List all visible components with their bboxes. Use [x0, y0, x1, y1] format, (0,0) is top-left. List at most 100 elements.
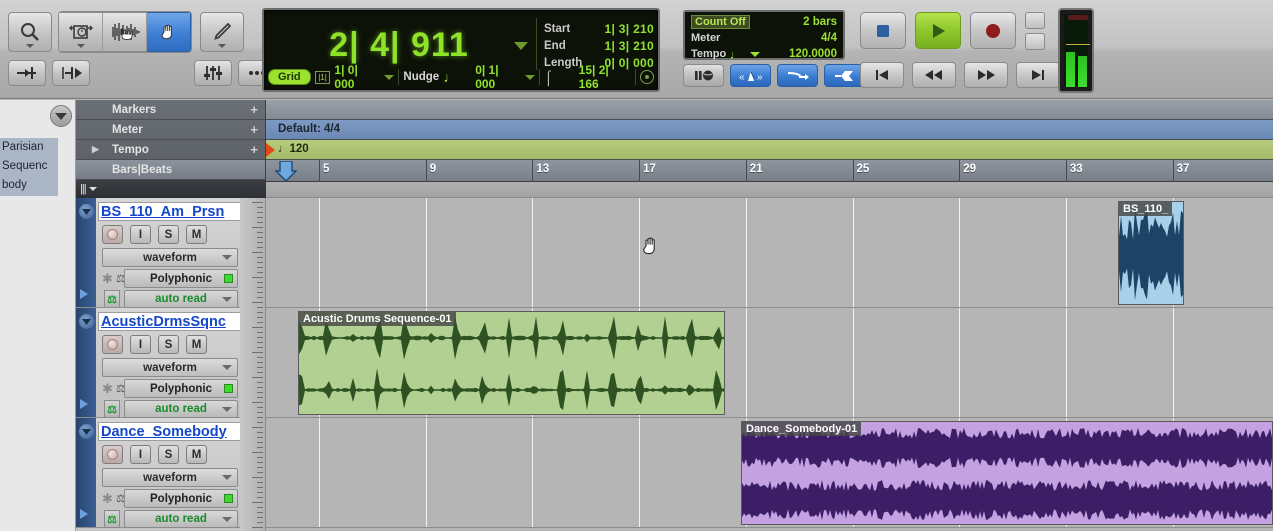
tempo-caret-icon[interactable]: [749, 51, 760, 57]
clip-list-selection[interactable]: Parisian Sequenc body: [0, 138, 58, 196]
track-name-field[interactable]: Dance_Somebody: [98, 422, 243, 441]
track-view-selector[interactable]: waveform: [102, 248, 238, 267]
track-view-caret-icon[interactable]: [222, 475, 232, 480]
fast-forward-button[interactable]: [964, 62, 1008, 88]
meter-lane[interactable]: Default: 4/4: [266, 120, 1273, 140]
pencil-tool[interactable]: [200, 12, 244, 52]
elastic-audio-icon[interactable]: ✱: [102, 491, 113, 507]
track-timeline-lane[interactable]: Dance_Somebody-01: [266, 418, 1273, 528]
track-record-enable-button[interactable]: [102, 225, 123, 244]
tempo-lane-value[interactable]: ♩120: [278, 143, 309, 155]
return-to-zero-button[interactable]: [860, 62, 904, 88]
markers-add-icon[interactable]: +: [250, 102, 258, 117]
track-collapse-icon[interactable]: [79, 204, 94, 219]
tab-to-transient-button[interactable]: [8, 60, 46, 86]
audio-clip[interactable]: BS_110_: [1118, 201, 1184, 305]
automation-mode-selector[interactable]: auto read: [124, 510, 238, 528]
track-input-monitor-button[interactable]: I: [130, 445, 151, 464]
count-off-label[interactable]: Count Off: [691, 15, 750, 29]
grid-caret-icon[interactable]: [384, 74, 395, 80]
selection-start-value[interactable]: 1| 3| 210: [605, 22, 654, 36]
meter-lane-value[interactable]: Default: 4/4: [278, 123, 340, 135]
edit-timeline-area[interactable]: BS_110_ Acustic Drums Sequence-01 Dance_So…: [266, 198, 1273, 531]
elastic-audio-icon[interactable]: ✱: [102, 271, 113, 287]
pause-metronome-button[interactable]: [683, 64, 724, 87]
track-timeline-lane[interactable]: Acustic Drums Sequence-01: [266, 308, 1273, 418]
track-header[interactable]: Dance_Somebody I S M waveform ✱ ⚖ Polyph…: [76, 418, 266, 528]
ruler-markers-row[interactable]: Markers +: [76, 100, 265, 120]
counter-dropdown-caret-icon[interactable]: [514, 42, 528, 50]
faders-button[interactable]: [194, 60, 232, 86]
track-record-enable-button[interactable]: [102, 335, 123, 354]
track-view-icon[interactable]: |||: [80, 183, 87, 195]
bars-beats-lane[interactable]: 5 9 13 17 21 25 29 33 37: [266, 160, 1273, 182]
track-expand-icon[interactable]: [80, 289, 88, 299]
track-solo-button[interactable]: S: [158, 225, 179, 244]
record-button[interactable]: [970, 12, 1016, 49]
target-icon[interactable]: [640, 70, 655, 84]
track-view-caret-icon[interactable]: [222, 365, 232, 370]
count-off-value[interactable]: 2 bars: [803, 16, 837, 28]
clip-list-item-2[interactable]: Sequenc: [2, 157, 58, 176]
grid-value[interactable]: 1| 0| 000: [334, 63, 380, 91]
countoff-button[interactable]: [777, 64, 818, 87]
audio-clip[interactable]: Dance_Somebody-01: [741, 421, 1273, 525]
ruler-meter-row[interactable]: Meter +: [76, 120, 265, 140]
ruler-bars-beats-row[interactable]: Bars|Beats: [76, 160, 265, 180]
track-expand-icon[interactable]: [80, 509, 88, 519]
audio-clip[interactable]: Acustic Drums Sequence-01: [298, 311, 725, 415]
track-timeline-lane[interactable]: BS_110_: [266, 198, 1273, 308]
meter-add-icon[interactable]: +: [250, 122, 258, 137]
go-to-end-button[interactable]: [1016, 62, 1060, 88]
stop-button[interactable]: [860, 12, 906, 49]
automation-mode-icon[interactable]: ⚖: [104, 510, 120, 528]
track-collapse-icon[interactable]: [79, 314, 94, 329]
clip-list-item-1[interactable]: Parisian: [2, 138, 58, 157]
main-counter-panel[interactable]: 2| 4| 911 Start 1| 3| 210 End 1| 3| 210 …: [262, 8, 660, 92]
automation-caret-icon[interactable]: [222, 406, 232, 412]
track-view-caret-icon[interactable]: [88, 187, 97, 191]
rewind-button[interactable]: [912, 62, 956, 88]
window-collapse-button[interactable]: [50, 105, 72, 127]
grid-mode-button[interactable]: Grid: [268, 69, 311, 85]
elastic-audio-selector[interactable]: Polyphonic: [124, 379, 238, 398]
smart-tool[interactable]: [103, 12, 147, 52]
track-mute-button[interactable]: M: [186, 225, 207, 244]
tempo-meter-panel[interactable]: Count Off 2 bars Meter 4/4 Tempo ♩ 120.0…: [683, 10, 845, 62]
elastic-audio-selector[interactable]: Polyphonic: [124, 269, 238, 288]
track-header[interactable]: BS_110_Am_Prsn I S M waveform ✱ ⚖ Polyph…: [76, 198, 266, 308]
loop-button[interactable]: [1025, 33, 1045, 50]
track-view-selector[interactable]: waveform: [102, 468, 238, 487]
clip-list-item-3[interactable]: body: [2, 176, 58, 195]
tempo-value[interactable]: 120.0000: [789, 48, 837, 60]
track-header[interactable]: AcusticDrmsSqnc I S M waveform ✱ ⚖ Polyp…: [76, 308, 266, 418]
track-collapse-icon[interactable]: [79, 424, 94, 439]
markers-lane[interactable]: [266, 100, 1273, 120]
track-view-caret-icon[interactable]: [222, 255, 232, 260]
count-off-row[interactable]: Count Off 2 bars: [685, 14, 843, 30]
nudge-value[interactable]: 0| 1| 000: [475, 63, 521, 91]
automation-mode-icon[interactable]: ⚖: [104, 290, 120, 308]
selection-end-value[interactable]: 1| 3| 210: [605, 39, 654, 53]
tempo-row[interactable]: Tempo ♩ 120.0000: [685, 46, 843, 62]
main-timecode[interactable]: 2| 4| 911: [284, 22, 514, 68]
zoomer-tool[interactable]: [8, 12, 52, 52]
automation-mode-icon[interactable]: ⚖: [104, 400, 120, 418]
grid-link-icon[interactable]: |1|: [314, 70, 331, 84]
track-record-enable-button[interactable]: [102, 445, 123, 464]
meter-row[interactable]: Meter 4/4: [685, 30, 843, 46]
trim-tool[interactable]: [59, 12, 103, 52]
online-button[interactable]: [1025, 12, 1045, 29]
track-input-monitor-button[interactable]: I: [130, 335, 151, 354]
automation-mode-selector[interactable]: auto read: [124, 400, 238, 418]
elastic-audio-selector[interactable]: Polyphonic: [124, 489, 238, 508]
track-expand-icon[interactable]: [80, 399, 88, 409]
elastic-audio-icon[interactable]: ✱: [102, 381, 113, 397]
tempo-add-icon[interactable]: +: [250, 142, 258, 157]
grabber-tool[interactable]: [147, 12, 191, 52]
click-button[interactable]: «»: [730, 64, 771, 87]
play-button[interactable]: [915, 12, 961, 49]
track-input-monitor-button[interactable]: I: [130, 225, 151, 244]
automation-mode-selector[interactable]: auto read: [124, 290, 238, 308]
tempo-expand-icon[interactable]: ▶: [92, 144, 99, 155]
